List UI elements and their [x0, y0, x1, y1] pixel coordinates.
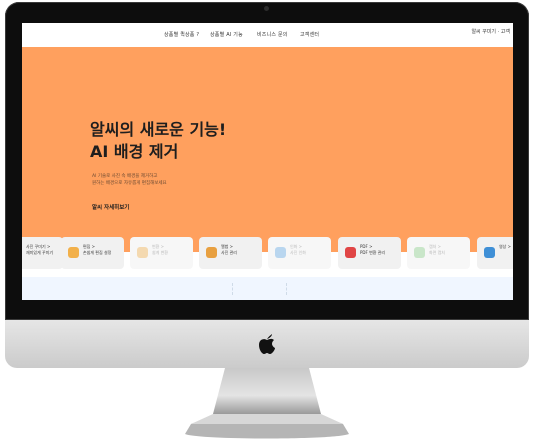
card-sublabel: 손쉽게 편집 설정 — [83, 250, 112, 255]
divider — [232, 283, 233, 295]
print-icon — [275, 247, 286, 258]
camera-icon — [264, 6, 269, 11]
monitor-stand — [185, 368, 349, 439]
card-sublabel: PDF 변환 관리 — [360, 250, 386, 255]
card-sublabel: 화면 캡처 — [429, 250, 445, 255]
nav-item-quick-products[interactable]: 상품별 퀵상품 ? — [164, 31, 199, 38]
apple-logo-icon — [259, 334, 275, 354]
feature-card-8[interactable]: 영상 > — [477, 237, 513, 269]
feature-card-2[interactable]: 편집 > 손쉽게 편집 설정 — [61, 237, 124, 269]
nav-item-ai-features[interactable]: 상품별 AI 기능 — [210, 31, 243, 38]
card-label: 변환 > — [152, 244, 164, 249]
edit-icon — [68, 247, 79, 258]
brand-logo[interactable]: 알씨 꾸미기 · 고객 — [471, 30, 510, 35]
card-label: 영상 > — [499, 244, 511, 249]
card-sublabel: 사진 관리 — [221, 250, 237, 255]
card-label: 캡처 > — [429, 244, 441, 249]
feature-card-1[interactable]: 사진 꾸미기 > 재미있게 꾸미기 — [22, 237, 63, 269]
pdf-icon — [345, 247, 356, 258]
nav-item-support[interactable]: 고객센터 — [300, 31, 319, 38]
top-nav: 상품별 퀵상품 ? 상품별 AI 기능 비즈니스 문의 고객센터 알씨 꾸미기 … — [22, 23, 513, 47]
convert-icon — [137, 247, 148, 258]
screen: 상품별 퀵상품 ? 상품별 AI 기능 비즈니스 문의 고객센터 알씨 꾸미기 … — [22, 23, 513, 300]
hero-description: AI 기술로 사진 속 배경을 제거하고 원하는 배경으로 자유롭게 편집해보세… — [92, 173, 167, 187]
feature-card-5[interactable]: 인화 > 사진 인화 — [268, 237, 331, 269]
divider — [286, 283, 287, 295]
card-label: 편집 > — [83, 244, 95, 249]
card-label: 인화 > — [290, 244, 302, 249]
hero-detail-link[interactable]: 알씨 자세히보기 — [92, 203, 129, 211]
capture-icon — [414, 247, 425, 258]
hero-banner: 알씨의 새로운 기능! AI 배경 제거 AI 기술로 사진 속 배경을 제거하… — [22, 47, 513, 252]
feature-card-7[interactable]: 캡처 > 화면 캡처 — [407, 237, 470, 269]
video-icon — [484, 247, 495, 258]
feature-cards: 사진 꾸미기 > 재미있게 꾸미기 편집 > 손쉽게 편집 설정 변환 > 쉽게 변환… — [22, 233, 513, 275]
hero-title: 알씨의 새로운 기능! AI 배경 제거 — [90, 119, 226, 163]
feature-card-4[interactable]: 앨범 > 사진 관리 — [199, 237, 262, 269]
card-sublabel: 쉽게 변환 — [152, 250, 168, 255]
card-label: PDF > — [360, 244, 373, 249]
card-sublabel: 재미있게 꾸미기 — [26, 250, 54, 255]
nav-item-business[interactable]: 비즈니스 문의 — [257, 31, 288, 38]
feature-card-6[interactable]: PDF > PDF 변환 관리 — [338, 237, 401, 269]
hero-desc-line1: AI 기술로 사진 속 배경을 제거하고 — [92, 174, 158, 179]
card-label: 사진 꾸미기 > — [26, 244, 51, 249]
hero-title-line2: AI 배경 제거 — [90, 142, 179, 161]
card-sublabel: 사진 인화 — [290, 250, 306, 255]
album-icon — [206, 247, 217, 258]
hero-desc-line2: 원하는 배경으로 자유롭게 편집해보세요 — [92, 181, 167, 186]
hero-title-line1: 알씨의 새로운 기능! — [90, 120, 227, 139]
card-label: 앨범 > — [221, 244, 233, 249]
feature-card-3[interactable]: 변환 > 쉽게 변환 — [130, 237, 193, 269]
content-strip — [22, 277, 513, 300]
